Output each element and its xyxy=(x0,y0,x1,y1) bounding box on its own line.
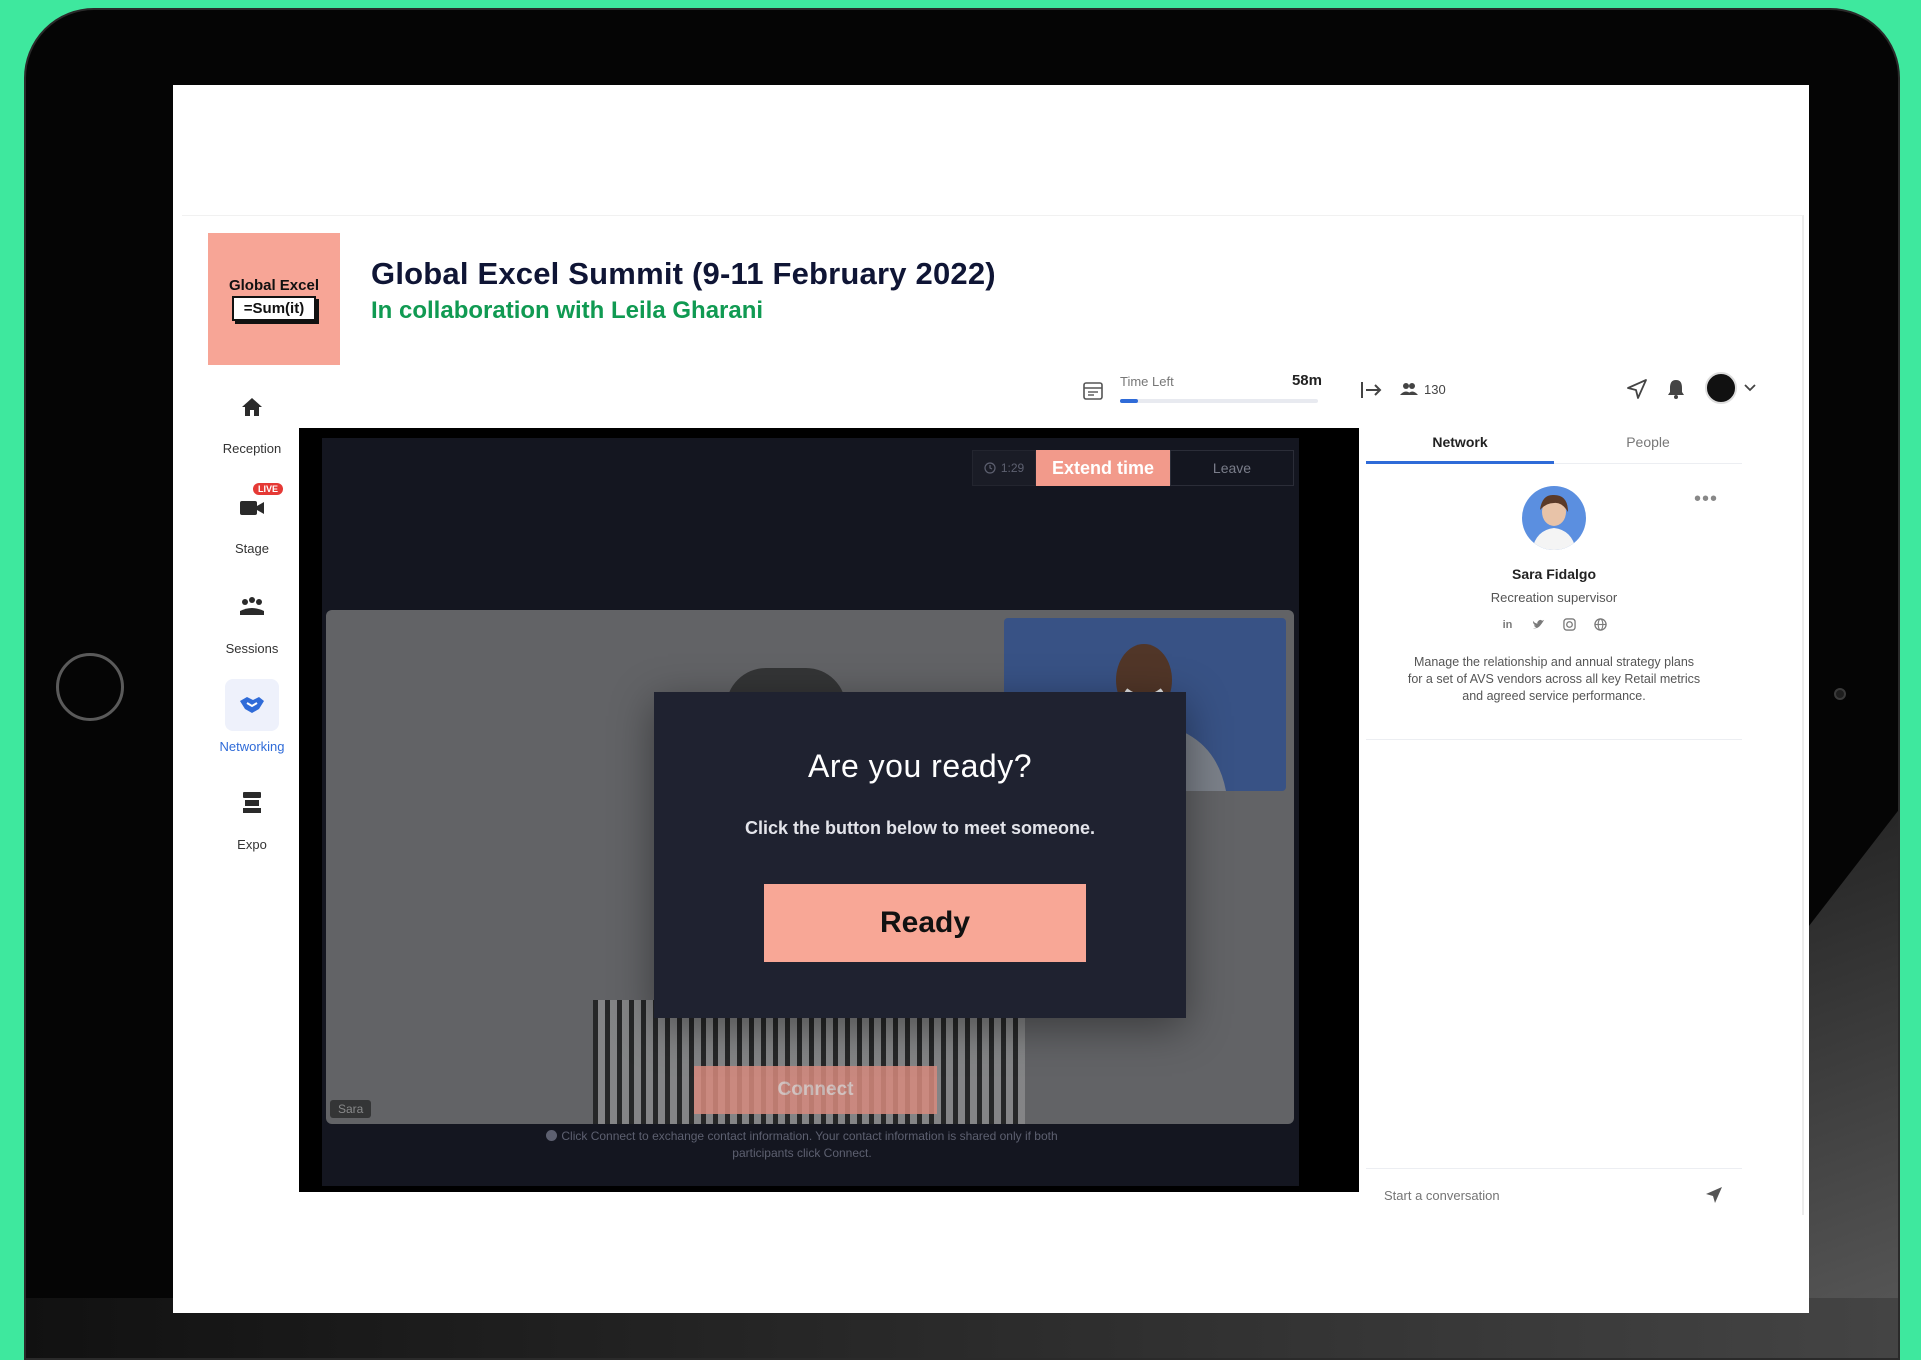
networking-video-stage: 1:29 Extend time Leave Sara Connect Clic… xyxy=(299,428,1359,1192)
time-left-progress-fill xyxy=(1120,399,1138,403)
session-timer: 1:29 xyxy=(972,450,1036,486)
chat-input[interactable] xyxy=(1384,1183,1684,1207)
ready-button[interactable]: Ready xyxy=(764,884,1086,962)
send-icon[interactable] xyxy=(1704,1185,1724,1205)
video-room: 1:29 Extend time Leave Sara Connect Clic… xyxy=(322,438,1299,1186)
avatar[interactable] xyxy=(1705,372,1737,404)
social-links: in xyxy=(1366,618,1742,631)
sidebar-item-label: Stage xyxy=(235,541,269,556)
home-icon xyxy=(225,381,279,433)
profile-card: ••• Sara Fidalgo Recreation supervisor i… xyxy=(1366,464,1742,740)
tablet-camera xyxy=(1834,688,1846,700)
event-subtitle: In collaboration with Leila Gharani xyxy=(371,297,764,324)
logo-formula: =Sum(it) xyxy=(231,296,317,321)
clock-icon xyxy=(984,462,996,474)
group-icon xyxy=(225,581,279,633)
network-panel: Network People ••• Sara Fidalgo Recreati… xyxy=(1366,428,1746,1218)
ready-modal: Are you ready? Click the button below to… xyxy=(654,692,1186,1018)
event-logo: Global Excel =Sum(it) xyxy=(208,233,340,365)
info-icon xyxy=(546,1130,558,1141)
event-title: Global Excel Summit (9-11 February 2022) xyxy=(371,256,996,291)
event-app: Global Excel =Sum(it) Global Excel Summi… xyxy=(182,215,1804,1215)
connect-info-text: Click Connect to exchange contact inform… xyxy=(561,1129,1058,1160)
leave-button[interactable]: Leave xyxy=(1170,450,1294,486)
time-left-widget: Time Left 58m xyxy=(1082,371,1322,411)
modal-title: Are you ready? xyxy=(807,748,1032,784)
sidebar-item-label: Reception xyxy=(222,441,282,456)
sidebar-item-label: Sessions xyxy=(225,641,279,656)
tablet-frame: Global Excel =Sum(it) Global Excel Summi… xyxy=(24,8,1900,1360)
sidebar-item-reception[interactable]: Reception xyxy=(202,381,302,456)
collapse-panel-icon[interactable] xyxy=(1360,380,1384,400)
calendar-icon xyxy=(1083,382,1103,400)
sidebar-item-networking[interactable]: Networking xyxy=(202,679,302,754)
attendees-icon xyxy=(1400,383,1418,395)
booth-icon xyxy=(225,777,279,829)
modal-text: Click the button below to meet someone. xyxy=(744,818,1096,838)
time-left-label: Time Left xyxy=(1120,374,1174,389)
profile-role: Recreation supervisor xyxy=(1490,590,1618,605)
linkedin-icon[interactable]: in xyxy=(1501,618,1514,631)
handshake-icon xyxy=(225,679,279,731)
tablet-home-button xyxy=(56,653,124,721)
app-screen: Global Excel =Sum(it) Global Excel Summi… xyxy=(173,85,1809,1313)
live-badge: LIVE xyxy=(252,483,283,495)
profile-bio: Manage the relationship and annual strat… xyxy=(1407,655,1701,703)
more-options-icon[interactable]: ••• xyxy=(1694,488,1718,511)
tab-people[interactable]: People xyxy=(1554,434,1742,464)
send-message-icon[interactable] xyxy=(1626,378,1648,400)
twitter-icon[interactable] xyxy=(1532,618,1545,631)
logo-text: Global Excel xyxy=(228,277,320,294)
chat-bar xyxy=(1366,1168,1742,1218)
profile-name: Sara Fidalgo xyxy=(1511,566,1597,582)
connect-info-note: Click Connect to exchange contact inform… xyxy=(542,1128,1062,1162)
profile-avatar xyxy=(1522,486,1586,550)
time-left-progress xyxy=(1120,399,1318,403)
extend-time-button[interactable]: Extend time xyxy=(1036,450,1170,486)
instagram-icon[interactable] xyxy=(1563,618,1576,631)
sidebar-item-label: Networking xyxy=(219,739,285,754)
sidebar-item-label: Expo xyxy=(237,837,267,852)
top-toolbar: 130 xyxy=(1360,366,1780,416)
tab-network[interactable]: Network xyxy=(1366,434,1554,464)
chevron-down-icon[interactable] xyxy=(1744,384,1756,392)
session-controls: 1:29 Extend time Leave xyxy=(972,450,1294,486)
session-timer-value: 1:29 xyxy=(1000,461,1025,475)
website-icon[interactable] xyxy=(1594,618,1607,631)
sidebar-item-sessions[interactable]: Sessions xyxy=(202,581,302,656)
sidebar-item-expo[interactable]: Expo xyxy=(202,777,302,852)
time-left-value: 58m xyxy=(1291,372,1322,389)
video-camera-icon: LIVE xyxy=(225,481,283,533)
sidebar-item-stage[interactable]: LIVE Stage xyxy=(202,481,302,556)
panel-tabs: Network People xyxy=(1366,428,1742,464)
bell-icon[interactable] xyxy=(1666,378,1686,400)
attendee-count: 130 xyxy=(1424,382,1446,397)
